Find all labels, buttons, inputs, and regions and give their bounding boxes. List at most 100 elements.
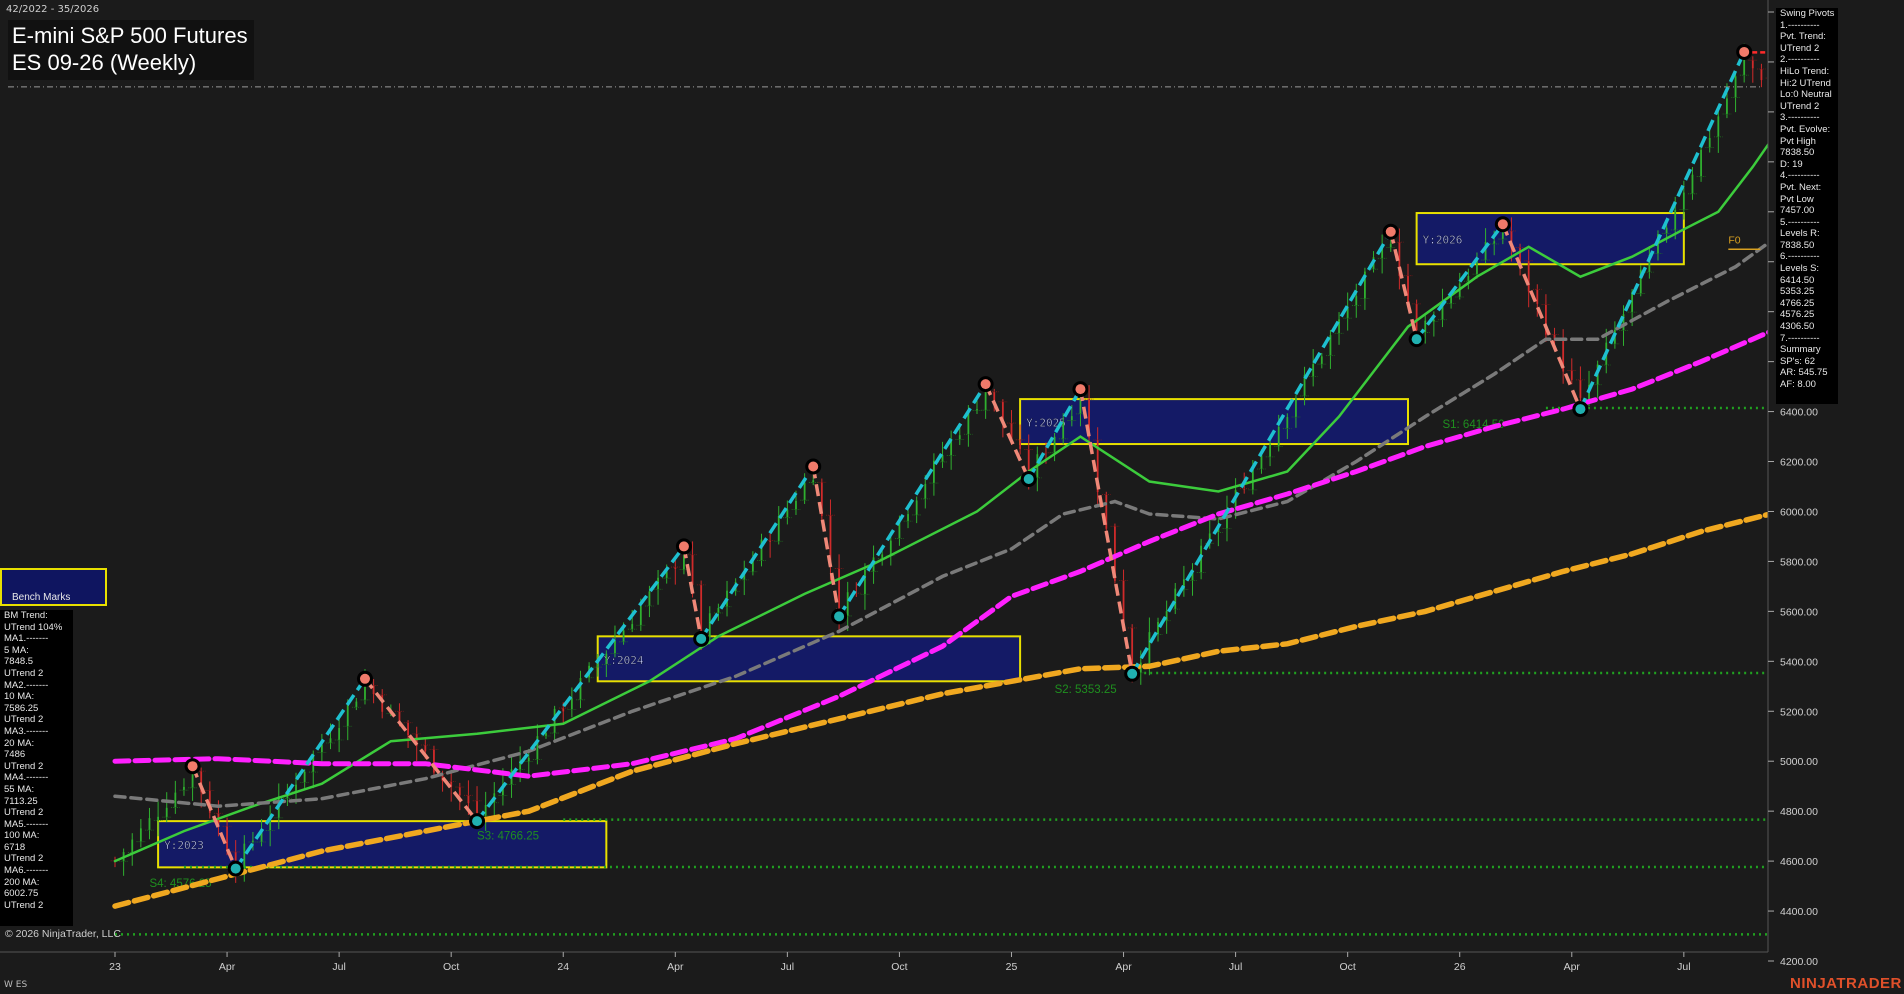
bench-marks-line: 6002.75 [4, 888, 39, 900]
swing-pivots-line: 2.---------- [1780, 54, 1820, 66]
swing-pivot-marker-dot [1385, 226, 1396, 237]
bench-marks-line: MA4.------- [4, 772, 49, 784]
swing-pivot-marker-dot [1739, 46, 1750, 57]
swing-pivots-line: Summary [1780, 344, 1821, 356]
swing-pivots-line: 6414.50 [1780, 274, 1815, 286]
yearly-zone-label: Y:2024 [604, 654, 644, 667]
swing-pivot-marker-dot [187, 761, 198, 772]
swing-pivots-panel: Swing Pivots 1.---------- Pvt. Trend: UTren… [1776, 8, 1838, 404]
time-axis-label: Oct [891, 961, 907, 973]
bench-marks-line: 20 MA: [4, 737, 35, 749]
support-level-label: S3: 4766.25 [477, 831, 539, 843]
chart-title-box: E-mini S&P 500 Futures ES 09-26 (Weekly) [8, 20, 254, 80]
swing-pivots-line: D: 19 [1780, 158, 1803, 170]
time-axis-label: Apr [1564, 961, 1581, 973]
bench-marks-line: 10 MA: [4, 691, 35, 703]
time-axis-label: Jul [1229, 961, 1242, 973]
time-axis-label: Apr [219, 961, 236, 973]
swing-pivots-line: Pvt High [1780, 135, 1816, 147]
bench-marks-line: MA5.------- [4, 818, 49, 830]
chart-title: E-mini S&P 500 Futures [12, 23, 248, 48]
swing-pivot-marker-dot [1575, 404, 1586, 415]
swing-pivots-line: UTrend 2 [1780, 100, 1820, 112]
time-axis-label: Oct [1339, 961, 1355, 973]
swing-pivots-line: Levels R: [1780, 228, 1820, 240]
swing-pivots-line: AR: 545.75 [1780, 367, 1828, 379]
bench-marks-line: MA3.------- [4, 725, 49, 737]
time-axis-label: Apr [1115, 961, 1132, 973]
date-range-label: 42/2022 - 35/2026 [6, 4, 100, 15]
swing-pivots-line: 7838.50 [1780, 239, 1815, 251]
time-axis-label: Apr [667, 961, 684, 973]
price-axis-label: 4400.00 [1780, 906, 1818, 918]
swing-pivots-line: 7.---------- [1780, 332, 1820, 344]
time-axis-label: Jul [1677, 961, 1690, 973]
copyright-text: © 2026 NinjaTrader, LLC [5, 928, 121, 940]
price-axis-label: 6000.00 [1780, 506, 1818, 518]
swing-pivot-marker-dot [678, 541, 689, 552]
swing-pivot-marker-dot [834, 611, 845, 622]
bench-marks-line: UTrend 104% [4, 621, 63, 633]
yearly-zone-label: Y:2026 [1423, 234, 1463, 247]
swing-pivot-marker-dot [696, 633, 707, 644]
swing-pivots-line: UTrend 2 [1780, 42, 1820, 54]
swing-pivot-marker-dot [1023, 474, 1034, 485]
bench-marks-line: UTrend 2 [4, 807, 44, 819]
swing-pivots-line: 4576.25 [1780, 309, 1815, 321]
swing-pivots-line: 4766.25 [1780, 297, 1815, 309]
yearly-zone [157, 820, 608, 869]
time-axis-label: 25 [1006, 961, 1018, 973]
plot-area: Y:2023Y:2024Y:2025Y:2026S1: 6414.50S2: 5… [0, 0, 1904, 994]
swing-pivots-line: 7457.00 [1780, 205, 1815, 217]
swing-pivots-line: HiLo Trend: [1780, 65, 1830, 77]
price-axis-label: 4600.00 [1780, 856, 1818, 868]
price-axis-label: 5800.00 [1780, 556, 1818, 568]
swing-pivots-line: 6.---------- [1780, 251, 1820, 263]
swing-pivots-line: 4306.50 [1780, 321, 1815, 333]
swing-pivot-marker-dot [1075, 384, 1086, 395]
swing-pivots-line: Pvt. Next: [1780, 181, 1822, 193]
price-axis-label: 6400.00 [1780, 407, 1818, 419]
bench-marks-line: UTrend 2 [4, 899, 44, 911]
swing-pivot-marker-dot [1497, 219, 1508, 230]
ninjatrader-logo: NINJATRADER [1790, 975, 1902, 992]
time-axis-label: Jul [781, 961, 794, 973]
price-axis-label: 5600.00 [1780, 606, 1818, 618]
price-axis-label: 4800.00 [1780, 806, 1818, 818]
swing-pivots-line: Pvt Low [1780, 193, 1814, 205]
bench-marks-line: UTrend 2 [4, 667, 44, 679]
price-axis-label: 5200.00 [1780, 706, 1818, 718]
bench-marks-tab-label: Bench Marks [12, 592, 71, 603]
swing-pivots-line: 5353.25 [1780, 286, 1815, 298]
bench-marks-line: 7113.25 [4, 795, 38, 807]
swing-pivot-marker-dot [359, 673, 370, 684]
bench-marks-line: BM Trend: [4, 610, 48, 621]
bench-marks-line: MA1.------- [4, 633, 49, 645]
swing-pivots-line: Swing Pivots [1780, 8, 1835, 19]
price-chart[interactable]: Y:2023Y:2024Y:2025Y:2026S1: 6414.50S2: 5… [0, 0, 1904, 994]
bench-marks-line: 7848.5 [4, 656, 34, 668]
swing-pivots-line: Hi:2 UTrend [1780, 77, 1831, 89]
instrument-code: W ES [4, 980, 28, 990]
bench-marks-line: MA6.------- [4, 865, 49, 877]
time-axis-label: Jul [332, 961, 345, 973]
time-axis-label: 23 [109, 961, 121, 973]
swing-pivots-line: 3.---------- [1780, 112, 1820, 124]
bench-marks-line: 7586.25 [4, 702, 39, 714]
bench-marks-line: UTrend 2 [4, 760, 44, 772]
bench-marks-line: 100 MA: [4, 830, 40, 842]
swing-pivots-line: Levels S: [1780, 263, 1820, 275]
bench-marks-line: UTrend 2 [4, 853, 44, 865]
swing-pivot-marker-dot [1411, 334, 1422, 345]
price-axis-label: 4200.00 [1780, 956, 1818, 968]
swing-pivot-marker-dot [1127, 668, 1138, 679]
swing-pivots-line: SP's: 62 [1780, 355, 1816, 367]
f0-marker-label: F0 [1728, 234, 1740, 246]
swing-pivots-line: 7838.50 [1780, 147, 1815, 159]
swing-pivot-marker-dot [230, 863, 241, 874]
bench-marks-line: 7486 [4, 749, 26, 761]
support-level-label: S2: 5353.25 [1055, 684, 1117, 696]
bench-marks-tab[interactable]: Bench Marks [0, 568, 107, 606]
bench-marks-line: 200 MA: [4, 876, 40, 888]
price-axis-label: 5400.00 [1780, 656, 1818, 668]
